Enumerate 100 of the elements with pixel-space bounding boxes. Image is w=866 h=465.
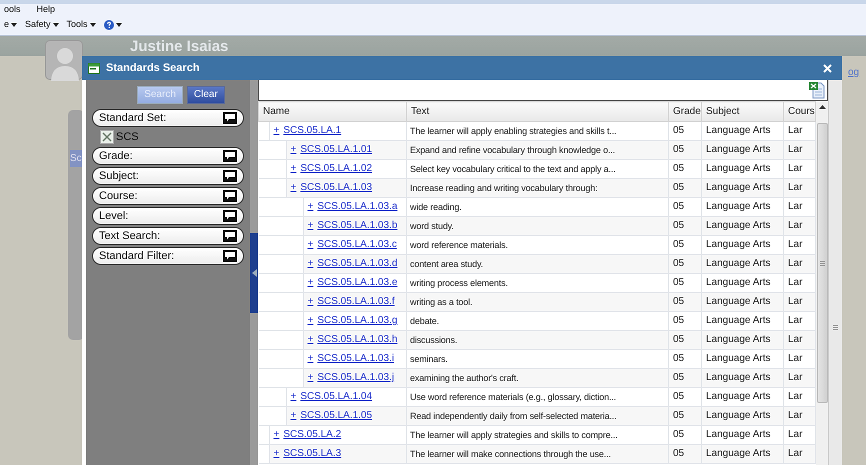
collapse-handle[interactable] <box>250 232 258 312</box>
standard-link[interactable]: SCS.05.LA.1.01 <box>300 144 372 156</box>
standard-link[interactable]: SCS.05.LA.1.03 <box>300 182 372 194</box>
expand-toggle[interactable]: + <box>290 144 296 156</box>
table-cell: Language Arts <box>702 140 784 160</box>
avatar <box>45 40 83 80</box>
comment-icon[interactable] <box>223 112 237 124</box>
menu-item[interactable]: Help <box>36 3 56 17</box>
table-cell: Language Arts <box>702 292 784 312</box>
filter-header[interactable]: Grade: <box>92 147 244 165</box>
comment-icon[interactable] <box>223 170 237 182</box>
table-cell: 05 <box>668 254 702 274</box>
column-header[interactable]: Cours <box>784 102 816 122</box>
table-cell: Language Arts <box>702 216 784 236</box>
table-cell: Lar <box>784 292 816 312</box>
standard-link[interactable]: SCS.05.LA.1 <box>283 125 342 137</box>
expand-toggle[interactable]: + <box>308 353 314 365</box>
caret-icon <box>52 23 59 27</box>
scrollbar[interactable] <box>816 101 828 465</box>
table-cell: writing as a tool. <box>406 292 668 312</box>
table-cell: Lar <box>784 444 816 464</box>
filter-header[interactable]: Standard Set: <box>92 109 244 127</box>
filter-tag: SCS <box>116 128 139 146</box>
column-header[interactable]: Name <box>258 102 406 122</box>
command-menu[interactable]: Tools <box>66 18 96 32</box>
comment-icon[interactable] <box>223 150 237 162</box>
command-menu[interactable]: e <box>4 18 18 32</box>
menu-item[interactable]: ools <box>4 3 21 17</box>
spreadsheet-export-icon[interactable] <box>808 81 825 99</box>
command-menu[interactable]: Safety <box>25 18 59 32</box>
user-name: Justine Isaias <box>130 38 228 55</box>
caret-icon <box>116 23 122 27</box>
standard-link[interactable]: SCS.05.LA.1.03.h <box>317 334 398 346</box>
table-cell: The learner will make connections through the use... <box>406 444 668 464</box>
caret-icon <box>90 23 96 27</box>
expand-toggle[interactable]: + <box>290 410 296 422</box>
comment-icon[interactable] <box>223 190 237 202</box>
table-cell: Language Arts <box>702 406 784 426</box>
filter-header[interactable]: Standard Filter: <box>92 247 244 265</box>
column-header[interactable]: Grade <box>668 102 702 122</box>
expand-toggle[interactable]: + <box>308 296 314 308</box>
standard-link[interactable]: SCS.05.LA.1.03.d <box>317 258 398 270</box>
expand-toggle[interactable]: + <box>290 182 296 194</box>
filter-header[interactable]: Subject: <box>92 167 244 185</box>
scrollbar[interactable] <box>828 80 842 465</box>
standard-link[interactable]: SCS.05.LA.1.04 <box>300 391 372 403</box>
comment-icon[interactable] <box>223 210 237 222</box>
expand-toggle[interactable]: + <box>308 258 314 270</box>
expand-toggle[interactable]: + <box>274 125 280 137</box>
expand-toggle[interactable]: + <box>308 239 314 251</box>
help-menu[interactable] <box>104 20 122 30</box>
table-cell: discussions. <box>406 330 668 350</box>
expand-toggle[interactable]: + <box>308 372 314 384</box>
standard-link[interactable]: SCS.05.LA.1.03.i <box>317 353 394 365</box>
standard-link[interactable]: SCS.05.LA.1.03.c <box>317 239 397 251</box>
table-cell: 05 <box>668 292 702 312</box>
expand-toggle[interactable]: + <box>290 163 296 175</box>
table-cell: Lar <box>784 406 816 426</box>
table-cell: Expand and refine vocabulary through knowledge o... <box>406 140 668 160</box>
standard-link[interactable]: SCS.05.LA.1.03.e <box>317 277 398 289</box>
column-header[interactable]: Text <box>406 102 668 122</box>
table-cell: examining the author's craft. <box>406 368 668 388</box>
expand-toggle[interactable]: + <box>290 391 296 403</box>
expand-toggle[interactable]: + <box>308 334 314 346</box>
standard-link[interactable]: SCS.05.LA.1.03.b <box>317 220 398 232</box>
table-cell: Language Arts <box>702 444 784 464</box>
expand-toggle[interactable]: + <box>308 220 314 232</box>
comment-icon[interactable] <box>223 230 237 242</box>
standard-link[interactable]: SCS.05.LA.1.05 <box>300 410 372 422</box>
filter-header[interactable]: Text Search: <box>92 227 244 245</box>
dialog-title: Standards Search <box>106 60 201 76</box>
table-cell: Lar <box>784 140 816 160</box>
table-cell: Read independently daily from self-selected materia... <box>406 406 668 426</box>
comment-icon[interactable] <box>223 250 237 262</box>
standard-link[interactable]: SCS.05.LA.1.02 <box>300 163 372 175</box>
standard-link[interactable]: SCS.05.LA.1.03.a <box>317 201 398 213</box>
column-header[interactable]: Subject <box>702 102 784 122</box>
expand-toggle[interactable]: + <box>274 429 280 441</box>
expand-toggle[interactable]: + <box>308 277 314 289</box>
standard-link[interactable]: SCS.05.LA.1.03.f <box>317 296 395 308</box>
standard-link[interactable]: SCS.05.LA.2 <box>283 429 342 441</box>
clear-button[interactable]: Clear <box>186 86 225 104</box>
grip-icon <box>820 260 825 266</box>
filter-header[interactable]: Level: <box>92 207 244 225</box>
table-cell: 05 <box>668 330 702 350</box>
table-cell: 05 <box>668 406 702 426</box>
remove-icon[interactable] <box>100 130 114 144</box>
standard-link[interactable]: SCS.05.LA.1.03.j <box>317 372 394 384</box>
filter-header[interactable]: Course: <box>92 187 244 205</box>
table-cell: word study. <box>406 216 668 236</box>
expand-toggle[interactable]: + <box>308 201 314 213</box>
table-cell: Lar <box>784 178 816 198</box>
expand-toggle[interactable]: + <box>274 448 280 460</box>
standard-link[interactable]: SCS.05.LA.3 <box>283 448 342 460</box>
expand-toggle[interactable]: + <box>308 315 314 327</box>
window-icon <box>88 62 100 74</box>
close-icon[interactable] <box>823 64 832 72</box>
standard-link[interactable]: SCS.05.LA.1.03.g <box>317 315 398 327</box>
table-cell: Lar <box>784 368 816 388</box>
scroll-up-icon[interactable] <box>819 105 826 109</box>
